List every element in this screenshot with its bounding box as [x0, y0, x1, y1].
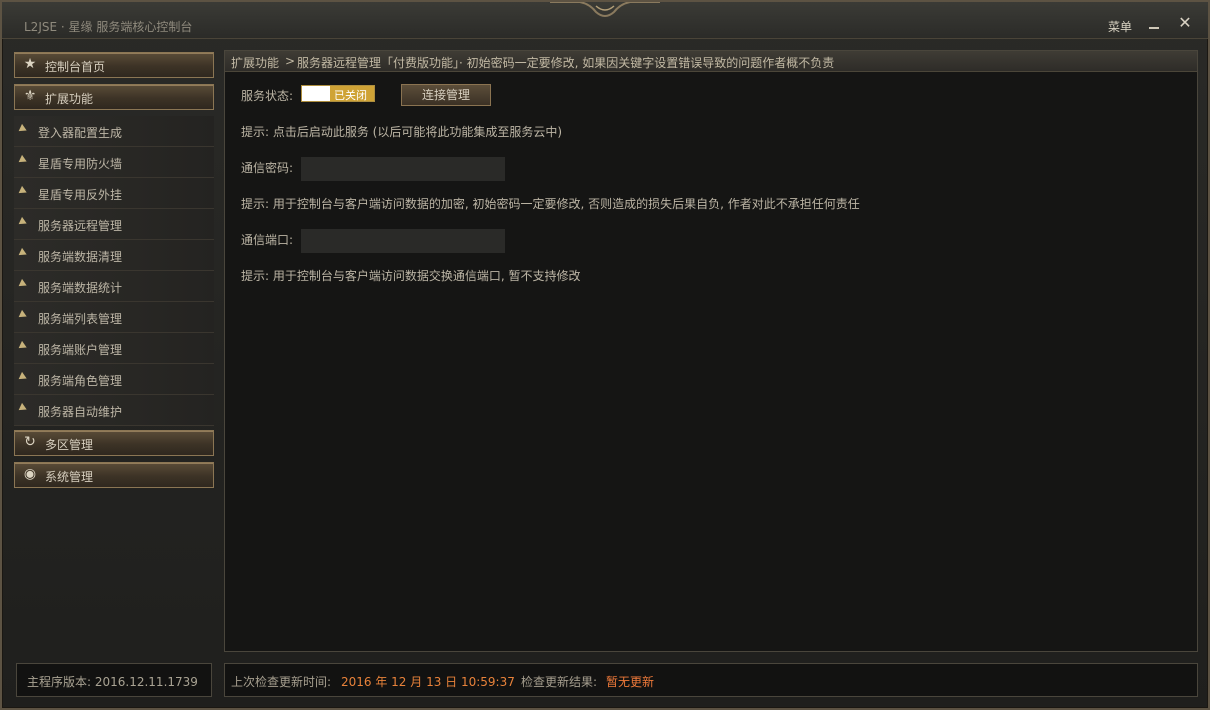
- sidebar-item-label: 服务端数据清理: [38, 250, 123, 264]
- sidebar-item-label: 星盾专用反外挂: [38, 188, 123, 202]
- status-bar: 上次检查更新时间: 2016 年 12 月 13 日 10:59:37 检查更新…: [224, 663, 1198, 697]
- hint-port: 提示: 用于控制台与客户端访问数据交换通信端口, 暂不支持修改: [241, 269, 581, 283]
- sidebar-item-label: 服务端数据统计: [38, 281, 123, 295]
- password-field[interactable]: [301, 157, 505, 181]
- window-title: L2JSE · 星缘 服务端核心控制台: [24, 20, 193, 34]
- breadcrumb: 扩展功能 > 服务器远程管理「付费版功能」· 初始密码一定要修改, 如果因关键字…: [225, 51, 1197, 72]
- arrow-icon: [18, 123, 29, 135]
- hint-start-service: 提示: 点击后启动此服务 (以后可能将此功能集成至服务云中): [241, 125, 563, 139]
- sidebar-item-firewall[interactable]: 星盾专用防火墙: [14, 147, 214, 178]
- sidebar-item-label: 服务器自动维护: [38, 405, 123, 419]
- sidebar-multi-zone-label: 多区管理: [45, 438, 94, 452]
- sidebar-item-launcher-config[interactable]: 登入器配置生成: [14, 116, 214, 147]
- eye-icon: ◉: [23, 466, 37, 482]
- breadcrumb-part1[interactable]: 扩展功能: [231, 54, 279, 71]
- hint-password: 提示: 用于控制台与客户端访问数据的加密, 初始密码一定要修改, 否则造成的损失…: [241, 197, 860, 211]
- port-label: 通信端口:: [241, 233, 294, 247]
- sidebar-item-label: 星盾专用防火墙: [38, 157, 123, 171]
- arrow-icon: [18, 247, 29, 259]
- last-check-label: 上次检查更新时间:: [231, 675, 332, 689]
- arrow-icon: [18, 371, 29, 383]
- connect-management-button[interactable]: 连接管理: [401, 84, 491, 106]
- update-result-label: 检查更新结果:: [521, 675, 598, 689]
- content-panel: 扩展功能 > 服务器远程管理「付费版功能」· 初始密码一定要修改, 如果因关键字…: [224, 50, 1198, 652]
- last-check-time: 2016 年 12 月 13 日 10:59:37: [341, 675, 515, 689]
- service-status-label: 服务状态:: [241, 89, 294, 103]
- title-ornament: [550, 2, 660, 17]
- arrow-icon: [18, 278, 29, 290]
- minimize-icon[interactable]: [1147, 14, 1161, 29]
- refresh-icon: ↻: [24, 434, 36, 450]
- close-icon[interactable]: ✕: [1178, 15, 1192, 31]
- menu-button[interactable]: 菜单: [1108, 18, 1132, 35]
- arrow-icon: [18, 216, 29, 228]
- arrow-icon: [18, 185, 29, 197]
- breadcrumb-part2: 服务器远程管理「付费版功能」· 初始密码一定要修改, 如果因关键字设置错误导致的…: [297, 56, 835, 70]
- arrow-icon: [18, 154, 29, 166]
- password-label: 通信密码:: [241, 161, 294, 175]
- sidebar-item-label: 服务端角色管理: [38, 374, 123, 388]
- sidebar-system-button[interactable]: ◉ 系统管理: [14, 462, 214, 488]
- sidebar-item-label: 服务端列表管理: [38, 312, 123, 326]
- sidebar-item-remote-management[interactable]: 服务器远程管理: [14, 209, 214, 240]
- sidebar-item-character-management[interactable]: 服务端角色管理: [14, 364, 214, 395]
- app-window: L2JSE · 星缘 服务端核心控制台 菜单 ✕ ★ 控制台首页 ⚜ 扩展功能 …: [0, 0, 1210, 710]
- sidebar-item-label: 服务端账户管理: [38, 343, 123, 357]
- star-icon: ★: [23, 56, 37, 72]
- sidebar-home-label: 控制台首页: [45, 60, 106, 74]
- sidebar: ★ 控制台首页 ⚜ 扩展功能 登入器配置生成 星盾专用防火墙 星盾专用反外挂 服…: [14, 50, 214, 488]
- sidebar-item-list-management[interactable]: 服务端列表管理: [14, 302, 214, 333]
- sidebar-item-label: 登入器配置生成: [38, 126, 123, 140]
- sidebar-extend-label: 扩展功能: [45, 92, 94, 106]
- title-bar[interactable]: L2JSE · 星缘 服务端核心控制台 菜单 ✕: [2, 2, 1208, 39]
- sidebar-item-label: 服务器远程管理: [38, 219, 123, 233]
- sidebar-multi-zone-button[interactable]: ↻ 多区管理: [14, 430, 214, 456]
- port-field[interactable]: [301, 229, 505, 253]
- sidebar-extend-button[interactable]: ⚜ 扩展功能: [14, 84, 214, 110]
- status-indicator-white: [302, 86, 330, 101]
- sidebar-item-auto-maintenance[interactable]: 服务器自动维护: [14, 395, 214, 426]
- service-status-indicator: 已关闭: [301, 85, 375, 102]
- sidebar-item-data-statistics[interactable]: 服务端数据统计: [14, 271, 214, 302]
- fleur-de-lis-icon: ⚜: [23, 88, 37, 104]
- version-box: 主程序版本: 2016.12.11.1739: [16, 663, 212, 697]
- sidebar-system-label: 系统管理: [45, 470, 94, 484]
- sidebar-home-button[interactable]: ★ 控制台首页: [14, 52, 214, 78]
- sidebar-item-account-management[interactable]: 服务端账户管理: [14, 333, 214, 364]
- version-label: 主程序版本: 2016.12.11.1739: [27, 675, 198, 689]
- service-status-value: 已关闭: [334, 89, 367, 102]
- arrow-icon: [18, 309, 29, 321]
- sidebar-item-data-cleanup[interactable]: 服务端数据清理: [14, 240, 214, 271]
- arrow-icon: [18, 402, 29, 414]
- sidebar-item-anti-cheat[interactable]: 星盾专用反外挂: [14, 178, 214, 209]
- update-result-value: 暂无更新: [606, 675, 655, 689]
- arrow-icon: [18, 340, 29, 352]
- breadcrumb-separator: >: [285, 54, 296, 68]
